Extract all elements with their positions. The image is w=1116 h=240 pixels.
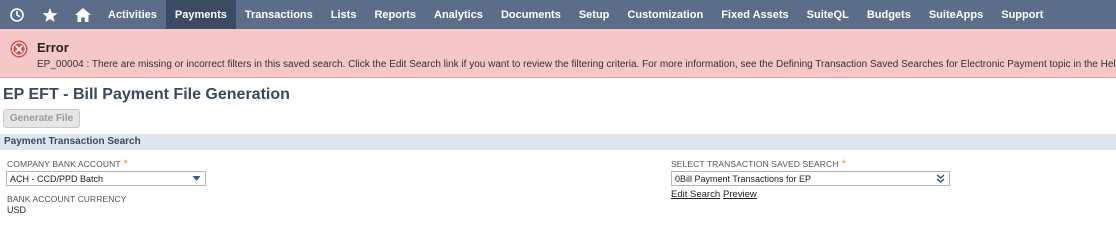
generate-file-button[interactable]: Generate File: [3, 109, 80, 128]
double-chevron-down-icon: [936, 174, 945, 183]
company-bank-account-label-text: COMPANY BANK ACCOUNT: [7, 159, 121, 169]
bank-account-currency-value: USD: [7, 205, 27, 215]
chevron-down-icon: [192, 176, 201, 181]
required-marker: *: [841, 158, 846, 170]
nav-payments[interactable]: Payments: [165, 0, 236, 29]
nav-budgets[interactable]: Budgets: [858, 0, 920, 29]
company-bank-account-value: ACH - CCD/PPD Batch: [10, 173, 104, 184]
required-marker: *: [123, 158, 129, 170]
nav-activities[interactable]: Activities: [99, 0, 166, 29]
error-message: EP_00004 : There are missing or incorrec…: [37, 59, 1116, 70]
nav-analytics[interactable]: Analytics: [425, 0, 492, 29]
star-icon[interactable]: [33, 0, 66, 29]
bank-account-currency-label: BANK ACCOUNT CURRENCY: [7, 194, 127, 204]
home-icon[interactable]: [66, 0, 99, 29]
error-icon: [10, 40, 28, 58]
saved-search-select[interactable]: 0Bill Payment Transactions for EP: [671, 171, 950, 186]
saved-search-label-text: SELECT TRANSACTION SAVED SEARCH: [671, 159, 839, 169]
company-bank-account-select[interactable]: ACH - CCD/PPD Batch: [6, 171, 206, 186]
saved-search-label: SELECT TRANSACTION SAVED SEARCH *: [671, 158, 846, 170]
nav-documents[interactable]: Documents: [492, 0, 570, 29]
nav-suiteql[interactable]: SuiteQL: [798, 0, 858, 29]
error-banner: Error EP_00004 : There are missing or in…: [0, 29, 1116, 78]
nav-suiteapps[interactable]: SuiteApps: [920, 0, 992, 29]
saved-search-value: 0Bill Payment Transactions for EP: [675, 173, 812, 184]
error-title: Error: [37, 40, 69, 55]
preview-link[interactable]: Preview: [723, 189, 757, 200]
nav-setup[interactable]: Setup: [570, 0, 619, 29]
page-title: EP EFT - Bill Payment File Generation: [3, 86, 290, 103]
nav-reports[interactable]: Reports: [365, 0, 425, 29]
top-nav: Activities Payments Transactions Lists R…: [0, 0, 1116, 29]
recent-icon[interactable]: [0, 0, 33, 29]
company-bank-account-label: COMPANY BANK ACCOUNT *: [7, 158, 128, 170]
nav-support[interactable]: Support: [992, 0, 1052, 29]
section-header: Payment Transaction Search: [0, 134, 1116, 150]
edit-search-link[interactable]: Edit Search: [671, 189, 720, 200]
nav-customization[interactable]: Customization: [618, 0, 712, 29]
nav-lists[interactable]: Lists: [322, 0, 366, 29]
nav-transactions[interactable]: Transactions: [236, 0, 322, 29]
section-title: Payment Transaction Search: [4, 136, 141, 147]
nav-fixed-assets[interactable]: Fixed Assets: [712, 0, 797, 29]
